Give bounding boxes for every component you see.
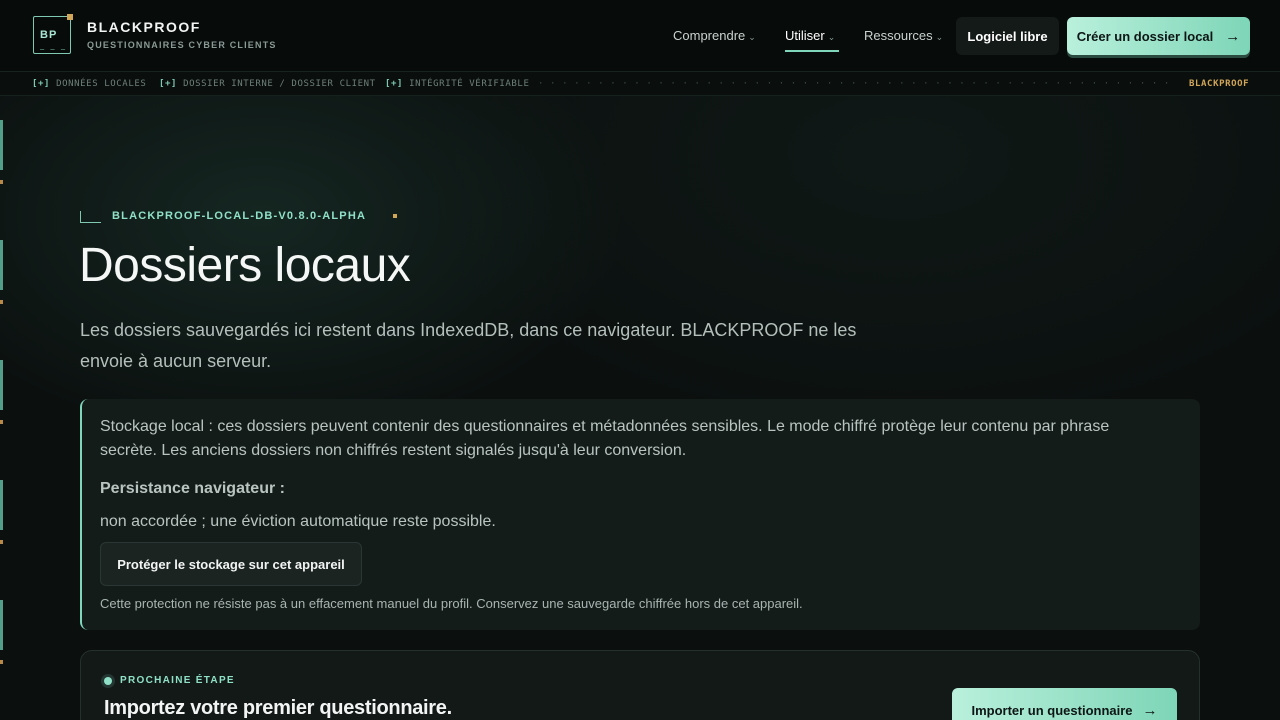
arrow-right-icon: → <box>1225 27 1241 45</box>
rail-segment <box>0 480 3 530</box>
plus-marker: [+] <box>159 79 178 89</box>
free-software-button[interactable]: Logiciel libre <box>956 17 1059 55</box>
rail-segment <box>0 240 3 290</box>
page-title: Dossiers locaux <box>79 239 411 292</box>
left-edge-rail <box>0 0 4 720</box>
chevron-down-icon: ⌄ <box>748 32 756 42</box>
chevron-down-icon: ⌄ <box>935 32 944 42</box>
brand-tagline: QUESTIONNAIRES CYBER CLIENTS <box>87 40 277 50</box>
version-bracket <box>80 211 101 223</box>
persistence-status: non accordée ; une éviction automatique … <box>100 513 496 530</box>
rail-segment <box>0 600 3 650</box>
brand-logo[interactable]: BP — — — <box>33 14 73 54</box>
next-step-heading: Importez votre premier questionnaire. <box>104 697 452 719</box>
strip-tag-label: DONNÉES LOCALES <box>56 79 147 89</box>
version-dot <box>393 214 397 218</box>
import-button-label: Importer un questionnaire <box>971 702 1133 718</box>
nav-item-label: Utiliser <box>785 28 825 43</box>
site-header: BP — — — BLACKPROOF QUESTIONNAIRES CYBER… <box>0 0 1280 72</box>
strip-tag-local-data: [+] DONNÉES LOCALES <box>32 79 146 89</box>
rail-segment <box>0 120 3 170</box>
strip-dotted-divider: · · · · · · · · · · · · · · · · · · · · … <box>538 79 1174 89</box>
next-step-eyebrow: PROCHAINE ÉTAPE <box>120 675 235 686</box>
strip-tag-label: INTÉGRITÉ VÉRIFIABLE <box>409 79 530 89</box>
storage-warning: Stockage local : ces dossiers peuvent co… <box>100 418 1110 459</box>
logo-corner-accent <box>67 14 73 20</box>
rail-dot <box>0 180 3 184</box>
brand-name[interactable]: BLACKPROOF <box>87 19 201 35</box>
persistence-label: Persistance navigateur : <box>100 480 285 497</box>
rail-segment <box>0 360 3 410</box>
rail-dot <box>0 660 3 664</box>
plus-marker: [+] <box>32 79 51 89</box>
rail-dot <box>0 420 3 424</box>
rail-dot <box>0 540 3 544</box>
nav-item-label: Ressources <box>864 28 933 43</box>
version-label: BLACKPROOF-LOCAL-DB-V0.8.0-ALPHA <box>112 210 367 222</box>
chevron-down-icon: ⌄ <box>827 32 836 42</box>
strip-tag-folders: [+] DOSSIER INTERNE / DOSSIER CLIENT <box>159 79 376 89</box>
create-button-label: Créer un dossier local <box>1076 28 1214 44</box>
plus-marker: [+] <box>385 79 404 89</box>
strip-tag-label: DOSSIER INTERNE / DOSSIER CLIENT <box>183 79 376 89</box>
status-strip: [+] DONNÉES LOCALES [+] DOSSIER INTERNE … <box>0 72 1280 96</box>
protect-storage-button[interactable]: Protéger le stockage sur cet appareil <box>100 542 362 586</box>
strip-brand: BLACKPROOF <box>1189 79 1250 89</box>
nav-item-ressources[interactable]: Ressources ⌄ <box>864 28 943 43</box>
protection-note: Cette protection ne résiste pas à un eff… <box>100 596 803 611</box>
status-dot-icon <box>104 677 112 685</box>
strip-tag-integrity: [+] INTÉGRITÉ VÉRIFIABLE <box>385 79 529 89</box>
rail-dot <box>0 300 3 304</box>
logo-marks: — — — <box>40 45 67 53</box>
local-storage-card: Stockage local : ces dossiers peuvent co… <box>80 399 1200 630</box>
logo-monogram: BP <box>40 29 58 41</box>
nav-item-utiliser[interactable]: Utiliser ⌄ <box>785 28 835 43</box>
nav-active-indicator <box>785 50 839 52</box>
page-lead: Les dossiers sauvegardés ici restent dan… <box>80 320 857 371</box>
nav-item-comprendre[interactable]: Comprendre ⌄ <box>673 28 756 43</box>
arrow-right-icon: → <box>1142 701 1158 719</box>
next-step-card: PROCHAINE ÉTAPE Importez votre premier q… <box>80 650 1200 720</box>
nav-item-label: Comprendre <box>673 28 746 43</box>
create-local-folder-button[interactable]: Créer un dossier local → <box>1067 17 1250 55</box>
import-questionnaire-button[interactable]: Importer un questionnaire → <box>952 688 1177 720</box>
